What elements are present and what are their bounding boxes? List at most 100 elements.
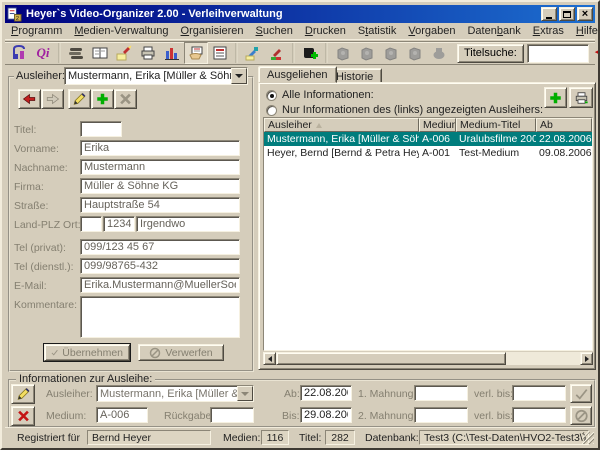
- clean-titles-button[interactable]: [241, 42, 265, 64]
- verl-bis1-input[interactable]: [512, 385, 566, 401]
- uebernehmen-label: Übernehmen: [62, 347, 123, 359]
- menu-item-medien-verwaltung[interactable]: Medien-Verwaltung: [68, 23, 174, 39]
- radio-unchecked-icon[interactable]: [266, 105, 277, 116]
- land-input[interactable]: [80, 216, 102, 232]
- add-ausleiher-button[interactable]: [91, 89, 114, 109]
- scroll-right-button[interactable]: [580, 352, 593, 365]
- radio-nur-ausleiher[interactable]: Nur Informationen des (links) angezeigte…: [266, 104, 543, 116]
- mahnung2-input[interactable]: [414, 407, 468, 423]
- scrollbar-thumb[interactable]: [276, 352, 506, 365]
- radio-checked-icon[interactable]: [266, 90, 277, 101]
- add-media-button[interactable]: [298, 42, 322, 64]
- toolbar-separator: [325, 43, 327, 63]
- menu-item-hilfe[interactable]: Hilfe: [570, 23, 600, 39]
- radio-alle-informationen[interactable]: Alle Informationen:: [266, 89, 374, 101]
- titelsuche-button[interactable]: Titelsuche:: [457, 44, 524, 63]
- menu-item-vorgaben[interactable]: Vorgaben: [402, 23, 461, 39]
- titel-input[interactable]: [80, 121, 122, 137]
- table-row[interactable]: Mustermann, Erika [Müller & Söhne KG]A-0…: [264, 132, 592, 146]
- plz-input[interactable]: [103, 216, 135, 232]
- ab-date-input[interactable]: [300, 385, 352, 401]
- printer-icon: [574, 91, 589, 105]
- toolbar-button-group: Qi: [7, 41, 451, 65]
- add-loan-button[interactable]: [544, 87, 567, 108]
- edit-ausleiher-button[interactable]: [68, 89, 91, 109]
- bis-date-input[interactable]: [300, 407, 352, 423]
- mahnung1-input[interactable]: [414, 385, 468, 401]
- loans-table[interactable]: AusleiherMediumMedium-TitelAbMustermann,…: [263, 117, 593, 351]
- firma-input[interactable]: [80, 178, 240, 194]
- loan-list-button[interactable]: [208, 42, 232, 64]
- titelsuche-input[interactable]: [527, 44, 589, 63]
- table-row[interactable]: Heyer, Bernd [Bernd & Petra Heyer GbR]A-…: [264, 146, 592, 160]
- print-button[interactable]: [136, 42, 160, 64]
- search-flashlight-button[interactable]: [112, 42, 136, 64]
- sort-ascending-icon: [316, 123, 322, 128]
- menu-item-drucken[interactable]: Drucken: [299, 23, 352, 39]
- tel-privat-input[interactable]: [80, 239, 240, 255]
- edit-loan-button[interactable]: [11, 384, 35, 404]
- menu-item-suchen[interactable]: Suchen: [250, 23, 299, 39]
- ort-input[interactable]: [136, 216, 240, 232]
- nachname-input[interactable]: [80, 159, 240, 175]
- combo-dropdown-button[interactable]: [231, 68, 247, 84]
- quick-info-button[interactable]: Qi: [31, 42, 55, 64]
- kommentare-textarea[interactable]: [80, 296, 240, 338]
- rueckgabe-input[interactable]: [210, 407, 254, 423]
- resize-grip[interactable]: [582, 432, 594, 444]
- media-books-button[interactable]: [64, 42, 88, 64]
- strasse-input[interactable]: [80, 197, 240, 213]
- column-header-ausleiher[interactable]: Ausleiher: [264, 118, 419, 132]
- menu-bar: ProgrammMedien-VerwaltungOrganisierenSuc…: [5, 23, 595, 40]
- forward-arrow-icon: [45, 92, 60, 106]
- radio-alle-label: Alle Informationen:: [282, 89, 374, 101]
- email-input[interactable]: [80, 277, 240, 293]
- loan-medium-input[interactable]: [96, 407, 148, 423]
- prev-title-arrow-icon[interactable]: ◄: [593, 43, 600, 63]
- close-button[interactable]: ×: [577, 7, 593, 21]
- minimize-button[interactable]: [541, 7, 557, 21]
- toolbar: Qi Titelsuche: ◄ ►: [5, 41, 595, 65]
- verwerfen-label: Verwerfen: [165, 347, 212, 359]
- card-index-button[interactable]: [88, 42, 112, 64]
- statistics-button[interactable]: [160, 42, 184, 64]
- table-horizontal-scrollbar[interactable]: [263, 352, 593, 365]
- menu-item-statistik[interactable]: Statistik: [352, 23, 403, 39]
- chevron-down-icon: [241, 392, 249, 396]
- loan-info-group-label: Informationen zur Ausleihe:: [16, 373, 155, 385]
- print-list-button[interactable]: [569, 87, 593, 108]
- loan-hand-button[interactable]: [184, 42, 208, 64]
- column-header-ab[interactable]: Ab: [536, 118, 592, 132]
- vorname-input[interactable]: [80, 140, 240, 156]
- close-icon: ×: [582, 9, 588, 19]
- ausleiher-combobox[interactable]: Mustermann, Erika [Müller & Söhne KG]: [64, 67, 248, 85]
- column-header-medium-titel[interactable]: Medium-Titel: [456, 118, 536, 132]
- menu-item-datenbank[interactable]: Datenbank: [461, 23, 526, 39]
- tab-ausgeliehen[interactable]: Ausgeliehen: [258, 66, 337, 83]
- menu-item-extras[interactable]: Extras: [527, 23, 570, 39]
- toolbar-separator: [235, 43, 237, 63]
- media-disabled-icon: [383, 45, 399, 61]
- tel-dienstl-input[interactable]: [80, 258, 240, 274]
- app-window: 2 Heyer`s Video-Organizer 2.00 - Verleih…: [0, 0, 600, 450]
- title-bar[interactable]: 2 Heyer`s Video-Organizer 2.00 - Verleih…: [5, 5, 595, 23]
- window-title: Heyer`s Video-Organizer 2.00 - Verleihve…: [26, 8, 541, 20]
- clean-media-button[interactable]: [265, 42, 289, 64]
- media-disabled-icon: [359, 45, 375, 61]
- media-disabled-icon: [335, 45, 351, 61]
- datenbank-value: Test3 (C:\Test-Daten\HVO2-Test3\): [419, 430, 589, 445]
- confirm-loan-button: [570, 384, 592, 403]
- exit-button[interactable]: [7, 42, 31, 64]
- table-cell: A-001: [419, 146, 456, 160]
- verl-bis2-input[interactable]: [512, 407, 566, 423]
- land-plz-ort-label: Land-PLZ Ort:: [14, 219, 81, 231]
- check-icon: [51, 347, 58, 358]
- maximize-button[interactable]: [559, 7, 575, 21]
- delete-loan-button[interactable]: [11, 406, 35, 426]
- menu-item-organisieren[interactable]: Organisieren: [175, 23, 250, 39]
- column-header-medium[interactable]: Medium: [419, 118, 456, 132]
- previous-record-button[interactable]: [18, 89, 41, 109]
- menu-item-programm[interactable]: Programm: [5, 23, 68, 39]
- scroll-left-button[interactable]: [263, 352, 276, 365]
- verwerfen-button: Verwerfen: [138, 344, 224, 361]
